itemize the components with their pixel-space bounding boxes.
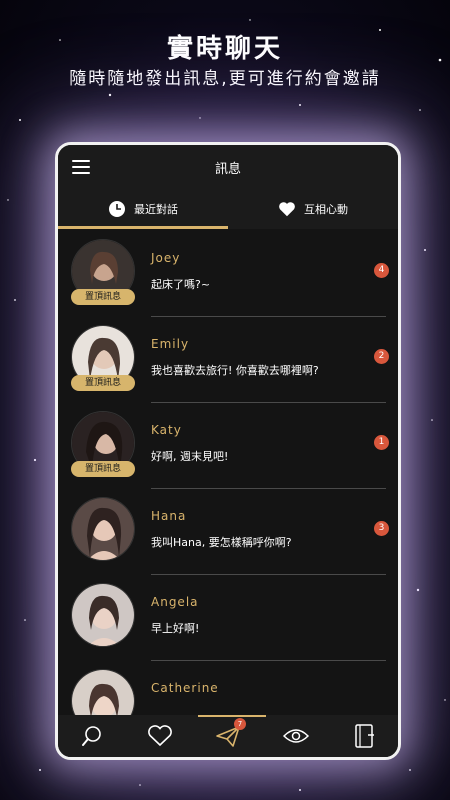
conversation-list[interactable]: 置頂訊息 Joey 起床了嗎?~ 4 置頂訊息 Emily 我也喜歡去旅行! 你… <box>58 231 398 715</box>
list-item[interactable]: 置頂訊息 Joey 起床了嗎?~ 4 <box>58 231 398 317</box>
avatar <box>71 669 135 715</box>
last-message: 我也喜歡去旅行! 你喜歡去哪裡啊? <box>151 364 319 377</box>
last-message: 早上好啊! <box>151 622 200 635</box>
active-tab-indicator <box>58 226 228 229</box>
unread-count-badge: 1 <box>374 435 389 450</box>
notebook-icon <box>355 724 374 748</box>
nav-profile[interactable] <box>344 720 384 752</box>
nav-search[interactable] <box>72 720 112 752</box>
tab-mutual-likes[interactable]: 互相心動 <box>228 189 398 229</box>
clock-icon <box>109 201 125 217</box>
unread-count-badge: 2 <box>374 349 389 364</box>
contact-name: Angela <box>151 595 199 609</box>
avatar <box>71 583 135 647</box>
pinned-badge: 置頂訊息 <box>71 289 135 305</box>
promo-subtitle: 隨時隨地發出訊息,更可進行約會邀請 <box>69 69 381 89</box>
nav-badge: 7 <box>234 718 246 730</box>
tab-bar: 最近對話 互相心動 <box>58 189 398 229</box>
app-header: 訊息 <box>58 145 398 189</box>
active-nav-indicator <box>198 715 266 717</box>
avatar <box>71 497 135 561</box>
contact-name: Joey <box>151 251 181 265</box>
list-item[interactable]: Angela 早上好啊! <box>58 575 398 661</box>
nav-visitors[interactable] <box>276 720 316 752</box>
eye-icon <box>283 729 309 743</box>
last-message: 好啊, 週末見吧! <box>151 450 229 463</box>
heart-icon <box>148 725 172 747</box>
promo-title: 實時聊天 <box>166 34 283 64</box>
unread-count-badge: 3 <box>374 521 389 536</box>
unread-count-badge: 4 <box>374 263 389 278</box>
tab-label: 最近對話 <box>134 203 178 216</box>
contact-name: Hana <box>151 509 187 523</box>
tab-label: 互相心動 <box>304 203 348 216</box>
contact-name: Katy <box>151 423 182 437</box>
nav-messages[interactable]: 7 <box>208 718 248 752</box>
list-item[interactable]: 置頂訊息 Emily 我也喜歡去旅行! 你喜歡去哪裡啊? 2 <box>58 317 398 403</box>
tab-recent-chats[interactable]: 最近對話 <box>58 189 228 229</box>
bottom-nav: 7 <box>58 715 398 757</box>
contact-name: Catherine <box>151 681 219 695</box>
pinned-badge: 置頂訊息 <box>71 461 135 477</box>
pinned-badge: 置頂訊息 <box>71 375 135 391</box>
page-title: 訊息 <box>214 161 241 177</box>
nav-likes[interactable] <box>140 720 180 752</box>
hamburger-menu-icon[interactable] <box>72 160 90 174</box>
list-item[interactable]: Hana 我叫Hana, 要怎樣稱呼你啊? 3 <box>58 489 398 575</box>
last-message: 我叫Hana, 要怎樣稱呼你啊? <box>151 536 292 549</box>
contact-name: Emily <box>151 337 190 351</box>
list-item[interactable]: 置頂訊息 Katy 好啊, 週末見吧! 1 <box>58 403 398 489</box>
heart-icon <box>279 202 295 217</box>
last-message: 起床了嗎?~ <box>151 278 211 291</box>
phone-frame: 訊息 最近對話 互相心動 置頂訊息 Joey 起床了嗎?~ 4 置頂訊息 Emi… <box>55 142 401 760</box>
list-item[interactable]: Catherine <box>58 661 398 715</box>
search-icon <box>82 726 101 746</box>
